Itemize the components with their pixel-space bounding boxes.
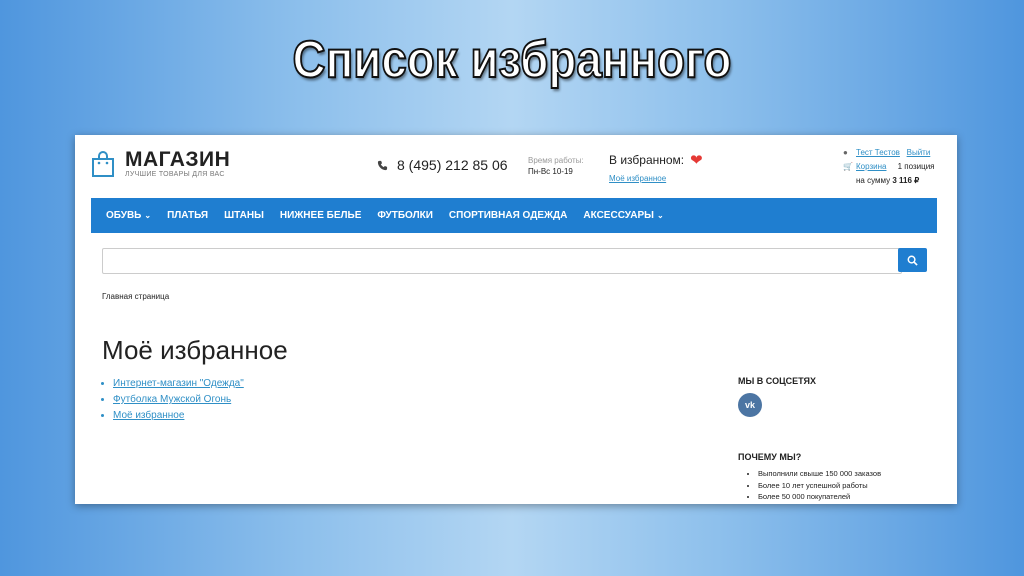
hours-value: Пн-Вс 10-19 bbox=[528, 167, 573, 176]
nav-label: НИЖНЕЕ БЕЛЬЕ bbox=[279, 210, 362, 221]
list-item: Более 50 000 покупателей bbox=[758, 491, 948, 503]
search-input[interactable] bbox=[102, 248, 902, 274]
phone-icon bbox=[377, 160, 388, 170]
favorite-link[interactable]: Моё избранное bbox=[113, 410, 184, 421]
favorites-label: В избранном: bbox=[609, 153, 685, 167]
cart-icon: 🛒 bbox=[843, 162, 853, 171]
list-item: Выполнили свыше 150 000 заказов bbox=[758, 468, 948, 480]
shopping-bag-icon bbox=[92, 150, 114, 177]
logout-link[interactable]: Выйти bbox=[907, 146, 931, 160]
nav-item-shoes[interactable]: ОБУВЬ ⌄ bbox=[91, 210, 159, 221]
breadcrumb[interactable]: Главная страница bbox=[102, 292, 169, 301]
search-icon bbox=[907, 255, 918, 266]
main-nav: ОБУВЬ ⌄ ПЛАТЬЯ ШТАНЫ НИЖНЕЕ БЕЛЬЕ ФУТБОЛК… bbox=[91, 198, 937, 233]
favorite-link[interactable]: Интернет-магазин "Одежда" bbox=[113, 378, 244, 389]
social-title: МЫ В СОЦСЕТЯХ bbox=[738, 376, 817, 386]
slide-title: Список избранного bbox=[292, 30, 733, 90]
working-hours: Время работы: Пн-Вс 10-19 bbox=[528, 155, 584, 177]
user-name-link[interactable]: Тест Тестов bbox=[856, 146, 900, 160]
list-item: Моё избранное bbox=[113, 408, 244, 424]
cart-sum-label: на сумму bbox=[856, 176, 891, 185]
logo[interactable]: МАГАЗИН ЛУЧШИЕ ТОВАРЫ ДЛЯ ВАС bbox=[91, 149, 230, 178]
phone-number[interactable]: 8 (495) 212 85 06 bbox=[377, 157, 508, 173]
social-block: МЫ В СОЦСЕТЯХ vk bbox=[738, 376, 948, 417]
nav-label: ФУТБОЛКИ bbox=[377, 210, 433, 221]
list-item: Более 10 лет успешной работы bbox=[758, 480, 948, 492]
page-title: Моё избранное bbox=[102, 335, 288, 366]
chevron-down-icon: ⌄ bbox=[656, 211, 664, 220]
nav-label: ОБУВЬ bbox=[106, 210, 142, 221]
why-us-block: ПОЧЕМУ МЫ? Выполнили свыше 150 000 заказ… bbox=[738, 452, 948, 503]
list-item: Интернет-магазин "Одежда" bbox=[113, 376, 244, 392]
favorite-link[interactable]: Футболка Мужской Огонь bbox=[113, 394, 231, 405]
cart-sum: 3 116 ₽ bbox=[892, 176, 920, 185]
user-panel: ● Тест Тестов Выйти 🛒 Корзина 1 позиция на… bbox=[843, 146, 935, 188]
nav-item-underwear[interactable]: НИЖНЕЕ БЕЛЬЕ bbox=[272, 210, 370, 221]
why-title: ПОЧЕМУ МЫ? bbox=[738, 452, 802, 462]
nav-item-pants[interactable]: ШТАНЫ bbox=[216, 210, 272, 221]
logo-title: МАГАЗИН bbox=[125, 148, 231, 171]
hours-label: Время работы: bbox=[528, 156, 584, 165]
chevron-down-icon: ⌄ bbox=[144, 211, 152, 220]
nav-item-dresses[interactable]: ПЛАТЬЯ bbox=[159, 210, 216, 221]
cart-link[interactable]: Корзина bbox=[856, 160, 886, 174]
favorites-indicator: В избранном: ❤ bbox=[609, 151, 703, 169]
nav-label: ШТАНЫ bbox=[224, 210, 264, 221]
favorites-link[interactable]: Моё избранное bbox=[609, 174, 666, 183]
heart-icon[interactable]: ❤ bbox=[690, 152, 703, 169]
logo-subtitle: ЛУЧШИЕ ТОВАРЫ ДЛЯ ВАС bbox=[125, 171, 225, 178]
browser-screenshot: МАГАЗИН ЛУЧШИЕ ТОВАРЫ ДЛЯ ВАС 8 (495) 21… bbox=[75, 135, 957, 504]
nav-label: АКСЕССУАРЫ bbox=[583, 210, 654, 221]
nav-item-tshirts[interactable]: ФУТБОЛКИ bbox=[369, 210, 441, 221]
cart-count: 1 позиция bbox=[897, 162, 935, 171]
list-item: Футболка Мужской Огонь bbox=[113, 392, 244, 408]
phone-text: 8 (495) 212 85 06 bbox=[397, 157, 508, 173]
nav-item-accessories[interactable]: АКСЕССУАРЫ ⌄ bbox=[575, 210, 671, 221]
vk-icon[interactable]: vk bbox=[738, 393, 762, 417]
nav-label: СПОРТИВНАЯ ОДЕЖДА bbox=[448, 210, 568, 221]
user-icon: ● bbox=[843, 148, 848, 157]
nav-item-sportswear[interactable]: СПОРТИВНАЯ ОДЕЖДА bbox=[441, 210, 575, 221]
favorites-list: Интернет-магазин "Одежда" Футболка Мужск… bbox=[99, 376, 244, 424]
nav-label: ПЛАТЬЯ bbox=[167, 210, 209, 221]
search-button[interactable] bbox=[898, 248, 927, 272]
